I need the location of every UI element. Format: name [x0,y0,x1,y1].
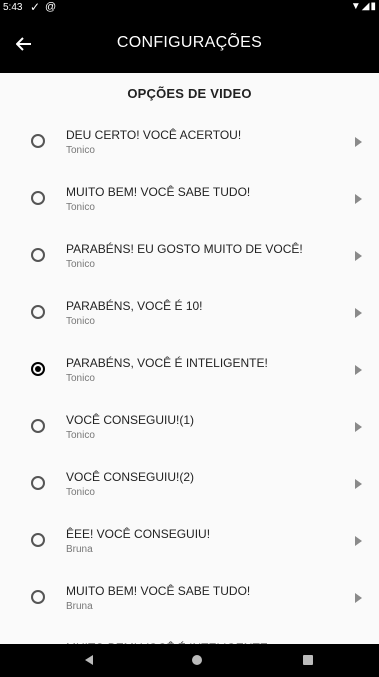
radio-button[interactable] [31,305,45,319]
radio-button[interactable] [31,590,45,604]
play-icon[interactable] [355,251,362,261]
play-icon[interactable] [355,308,362,318]
item-title: DEU CERTO! VOCÊ ACERTOU! [66,128,242,142]
play-icon[interactable] [355,365,362,375]
play-icon[interactable] [355,536,362,546]
list-item[interactable]: ÊEE! VOCÊ CONSEGUIU! Bruna [0,512,379,569]
radio-button[interactable] [31,533,45,547]
item-title: ÊEE! VOCÊ CONSEGUIU! [66,527,211,541]
radio-button[interactable] [31,476,45,490]
signal-battery-icons: ▼◢▮ [350,1,377,12]
radio-button[interactable] [31,191,45,205]
list-item[interactable]: MUITO BEM! VOCÊ SABE TUDO! Bruna [0,569,379,626]
item-subtitle: Tonico [66,430,95,441]
item-subtitle: Tonico [66,373,95,384]
list-item[interactable]: PARABÉNS, VOCÊ É INTELIGENTE! Tonico [0,341,379,398]
item-subtitle: Tonico [66,145,95,156]
navigation-bar [0,644,379,677]
radio-button[interactable] [31,362,45,376]
nav-recents-icon[interactable] [303,655,313,665]
list-item[interactable]: MUITO BEM! VOCÊ SABE TUDO! Tonico [0,170,379,227]
list-item[interactable]: VOCÊ CONSEGUIU!(1) Tonico [0,398,379,455]
item-title: PARABÉNS! EU GOSTO MUITO DE VOCÊ! [66,242,303,256]
item-subtitle: Tonico [66,316,95,327]
list-item[interactable]: VOCÊ CONSEGUIU!(2) Tonico [0,455,379,512]
item-title: PARABÉNS, VOCÊ É 10! [66,299,203,313]
item-subtitle: Tonico [66,487,95,498]
play-icon[interactable] [355,422,362,432]
play-icon[interactable] [355,137,362,147]
list-item[interactable]: MUITO BEM! VOCÊ É INTELIGENTEBruna [0,626,379,644]
radio-button[interactable] [31,248,45,262]
item-title: VOCÊ CONSEGUIU!(1) [66,413,195,427]
download-done-icon: ✓ [30,0,41,14]
page-title: CONFIGURAÇÕES [116,34,263,51]
at-sign-icon: @ [45,1,57,13]
list-item[interactable]: PARABÉNS, VOCÊ É 10! Tonico [0,284,379,341]
item-subtitle: Tonico [66,202,95,213]
section-title: OPÇÕES DE VIDEO [127,86,252,101]
play-icon[interactable] [355,593,362,603]
radio-button[interactable] [31,419,45,433]
list-item[interactable]: PARABÉNS! EU GOSTO MUITO DE VOCÊ! Tonico [0,227,379,284]
status-bar: 5:43 ✓ @ ▼◢▮ [0,0,379,16]
play-icon[interactable] [355,194,362,204]
item-subtitle: Tonico [66,259,95,270]
nav-home-icon[interactable] [192,655,202,665]
item-title: PARABÉNS, VOCÊ É INTELIGENTE! [66,356,268,370]
item-subtitle: Bruna [66,544,93,555]
list-item[interactable]: DEU CERTO! VOCÊ ACERTOU! Tonico [0,113,379,170]
item-title: VOCÊ CONSEGUIU!(2) [66,470,195,484]
nav-back-icon[interactable] [85,655,93,665]
app-bar: CONFIGURAÇÕES [0,16,379,73]
video-options-list: DEU CERTO! VOCÊ ACERTOU! Tonico MUITO BEM!… [0,113,379,644]
item-title: MUITO BEM! VOCÊ SABE TUDO! [66,584,251,598]
radio-button[interactable] [31,134,45,148]
play-icon[interactable] [355,479,362,489]
status-time: 5:43 [3,2,23,13]
item-subtitle: Bruna [66,601,93,612]
item-title: MUITO BEM! VOCÊ SABE TUDO! [66,185,251,199]
